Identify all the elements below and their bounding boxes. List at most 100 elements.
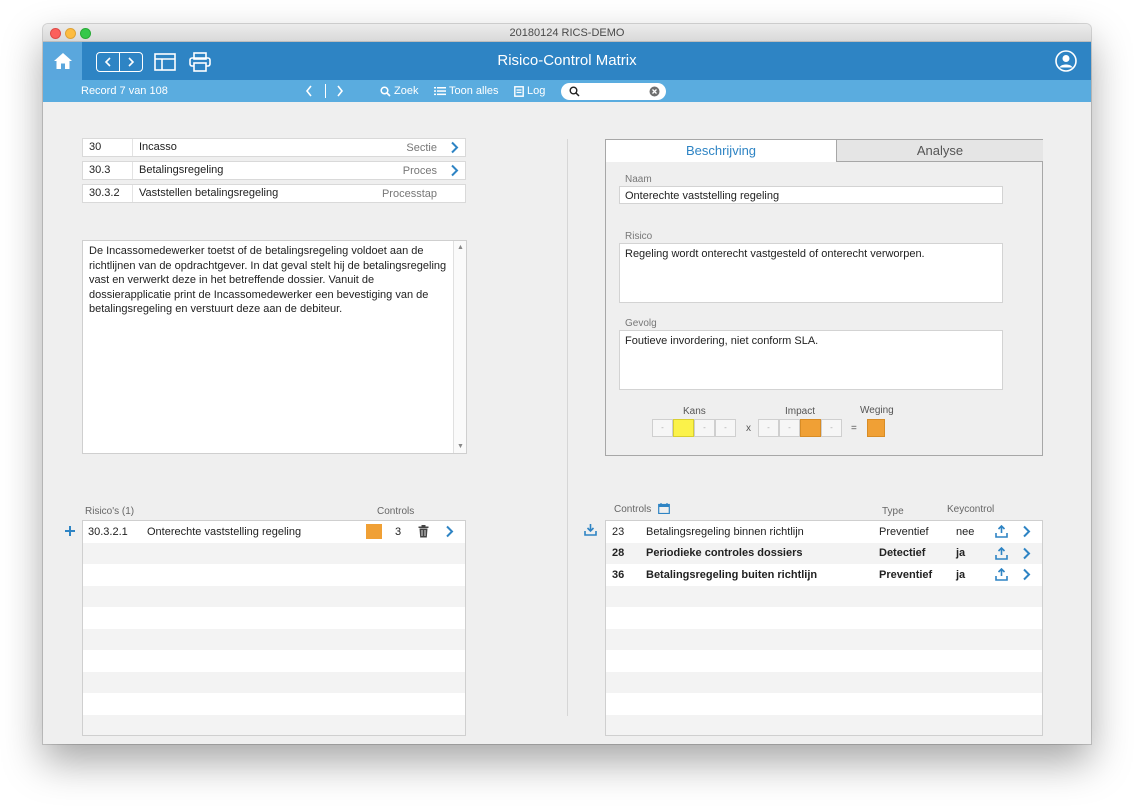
- kans-label: Kans: [683, 406, 706, 417]
- log-button[interactable]: Log: [514, 80, 545, 102]
- download-icon[interactable]: [584, 523, 597, 536]
- log-label: Log: [527, 85, 546, 97]
- empty-row: [83, 607, 465, 629]
- record-nav-group: [96, 52, 143, 72]
- toolbar-prev-button[interactable]: [305, 80, 313, 102]
- controls-label: Controls: [614, 504, 652, 515]
- controls-key-header: Keycontrol: [947, 504, 995, 515]
- risk-label: Risico: [625, 231, 653, 242]
- user-account-button[interactable]: [1055, 50, 1077, 72]
- empty-row: [83, 650, 465, 672]
- scroll-down-icon[interactable]: ▼: [457, 443, 464, 450]
- chevron-right-icon: [450, 141, 458, 154]
- empty-row: [606, 693, 1042, 715]
- control-number: 28: [612, 547, 625, 560]
- show-all-button[interactable]: Toon alles: [434, 80, 499, 102]
- main-content: 30 Incasso Sectie 30.3 Betalingsregeling…: [43, 102, 1091, 744]
- chevron-right-icon: [450, 164, 458, 177]
- column-divider: [567, 139, 568, 716]
- upload-icon[interactable]: [995, 568, 1008, 581]
- scroll-up-icon[interactable]: ▲: [457, 244, 464, 251]
- risk-field[interactable]: Regeling wordt onterecht vastgesteld of …: [619, 243, 1003, 303]
- controls-list: 23 Betalingsregeling binnen richtlijn Pr…: [605, 520, 1043, 736]
- breadcrumb-name: Incasso: [139, 141, 177, 153]
- kans-option-3[interactable]: -: [694, 419, 715, 437]
- breadcrumb-kind: Sectie: [406, 141, 437, 154]
- calendar-icon[interactable]: [658, 503, 670, 514]
- chevron-right-icon[interactable]: [1022, 568, 1031, 581]
- effect-field[interactable]: Foutieve invordering, niet conform SLA.: [619, 330, 1003, 390]
- control-row[interactable]: 28 Periodieke controles dossiers Detecti…: [606, 542, 1042, 564]
- empty-row: [83, 585, 465, 607]
- record-toolbar: Record 7 van 108 Zoek Toon alles Log: [43, 80, 1091, 102]
- effect-label: Gevolg: [625, 318, 657, 329]
- controls-type-header: Type: [882, 506, 904, 517]
- breadcrumb-processstep: 30.3.2 Vaststellen betalingsregeling Pro…: [82, 184, 466, 203]
- empty-row: [606, 650, 1042, 672]
- toolbar-next-button[interactable]: [336, 80, 344, 102]
- upload-icon[interactable]: [995, 525, 1008, 538]
- find-label: Zoek: [394, 85, 419, 97]
- close-window-button[interactable]: [50, 28, 61, 39]
- empty-row: [606, 714, 1042, 735]
- layout-button[interactable]: [154, 51, 176, 73]
- home-button[interactable]: [43, 42, 82, 80]
- control-row[interactable]: 23 Betalingsregeling binnen richtlijn Pr…: [606, 521, 1042, 543]
- find-button[interactable]: Zoek: [380, 80, 418, 102]
- open-section-button[interactable]: [443, 139, 465, 156]
- description-scrollbar[interactable]: ▲ ▼: [453, 241, 466, 453]
- breadcrumb-kind: Proces: [402, 164, 437, 177]
- risk-detail-panel: Beschrijving Analyse Naam Onterechte vas…: [605, 139, 1043, 456]
- impact-option-2[interactable]: -: [779, 419, 800, 437]
- print-button[interactable]: [189, 51, 211, 73]
- empty-row: [83, 693, 465, 715]
- chevron-left-icon: [305, 85, 312, 97]
- chevron-right-icon[interactable]: [445, 525, 454, 538]
- chevron-right-icon[interactable]: [1022, 547, 1031, 560]
- risk-code: 30.3.2.1: [88, 525, 128, 538]
- clear-search-icon[interactable]: [649, 86, 660, 97]
- control-keycontrol: ja: [956, 568, 966, 581]
- kans-option-2[interactable]: -: [673, 419, 694, 437]
- impact-option-3[interactable]: -: [800, 419, 821, 437]
- tab-beschrijving[interactable]: Beschrijving: [606, 140, 837, 162]
- risk-control-count: 3: [395, 525, 402, 538]
- empty-row: [83, 671, 465, 693]
- breadcrumb-section: 30 Incasso Sectie: [82, 138, 466, 157]
- name-field[interactable]: Onterechte vaststelling regeling: [619, 186, 1003, 204]
- minimize-window-button[interactable]: [65, 28, 76, 39]
- empty-row: [606, 585, 1042, 607]
- open-process-button[interactable]: [443, 162, 465, 179]
- empty-row: [83, 542, 465, 564]
- search-icon: [380, 85, 391, 97]
- quick-search-input[interactable]: [583, 84, 645, 98]
- trash-icon[interactable]: [418, 525, 429, 538]
- show-all-label: Toon alles: [449, 85, 499, 97]
- quick-search: [561, 83, 666, 100]
- empty-row: [606, 607, 1042, 629]
- kans-option-1[interactable]: -: [652, 419, 673, 437]
- control-type: Preventief: [879, 568, 933, 581]
- processstep-description[interactable]: De Incassomedewerker toetst of de betali…: [82, 240, 467, 454]
- risks-list: 30.3.2.1 Onterechte vaststelling regelin…: [82, 520, 466, 736]
- previous-record-button[interactable]: [97, 53, 120, 71]
- chevron-right-icon: [128, 57, 135, 67]
- upload-icon[interactable]: [995, 546, 1008, 560]
- impact-option-4[interactable]: -: [821, 419, 842, 437]
- impact-label: Impact: [785, 406, 816, 417]
- app-window: 20180124 RICS-DEMO Risico-Control Matrix…: [43, 24, 1091, 744]
- chevron-right-icon[interactable]: [1022, 525, 1031, 538]
- control-row[interactable]: 36 Betalingsregeling buiten richtlijn Pr…: [606, 564, 1042, 586]
- impact-option-1[interactable]: -: [758, 419, 779, 437]
- control-keycontrol: ja: [956, 547, 966, 560]
- kans-option-4[interactable]: -: [715, 419, 736, 437]
- times-sign: x: [746, 423, 751, 434]
- document-icon: [514, 85, 524, 97]
- maximize-window-button[interactable]: [80, 28, 91, 39]
- empty-row: [606, 628, 1042, 650]
- breadcrumb-name: Vaststellen betalingsregeling: [139, 187, 279, 199]
- next-record-button[interactable]: [120, 53, 142, 71]
- tab-analyse[interactable]: Analyse: [837, 140, 1043, 162]
- add-risk-icon[interactable]: [65, 526, 75, 536]
- risk-row[interactable]: 30.3.2.1 Onterechte vaststelling regelin…: [83, 521, 465, 543]
